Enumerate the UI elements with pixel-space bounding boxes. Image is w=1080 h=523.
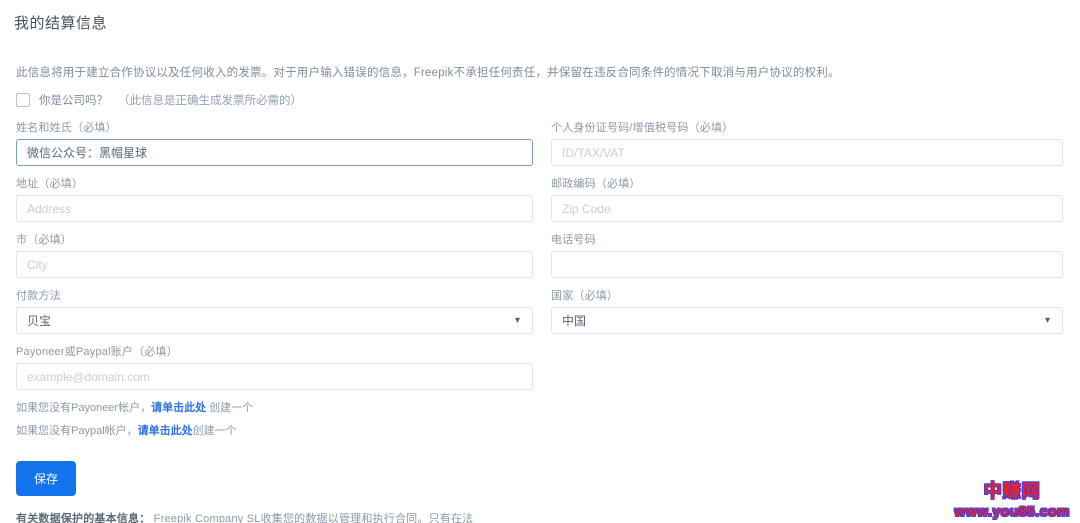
payoneer-help-prefix: 如果您没有Payoneer帐户，: [16, 402, 151, 414]
chevron-down-icon: ▾: [515, 316, 522, 326]
paypal-account-block: Payoneer或Paypal账户（必填） 如果您没有Payoneer帐户，请单…: [16, 343, 533, 445]
intro-text: 此信息将用于建立合作协议以及任何收入的发票。对于用户输入错误的信息，Freepi…: [16, 64, 1066, 80]
country-selected-value: 中国: [562, 312, 586, 329]
field-phone: 电话号码: [551, 231, 1063, 278]
billing-form: 姓名和姓氏（必填） 个人身份证号码/增值税号码（必填） 地址（必填） 邮政编码（…: [16, 119, 1066, 445]
country-select[interactable]: 中国 ▾: [551, 307, 1063, 334]
paypal-help-prefix: 如果您没有Paypal帐户，: [16, 425, 138, 437]
tax-id-input[interactable]: [551, 139, 1063, 166]
name-input[interactable]: [16, 139, 533, 166]
company-checkbox-label: 你是公司吗？: [39, 92, 108, 108]
country-field-label: 国家（必填）: [551, 287, 1063, 303]
paypal-account-field-label: Payoneer或Paypal账户（必填）: [16, 343, 533, 359]
payoneer-help-line: 如果您没有Payoneer帐户，请单击此处 创建一个: [16, 399, 533, 415]
grid-spacer: [551, 343, 1063, 445]
company-checkbox[interactable]: [16, 93, 30, 107]
zip-field-label: 邮政编码（必填）: [551, 175, 1063, 191]
field-name: 姓名和姓氏（必填）: [16, 119, 533, 166]
payment-method-selected-value: 贝宝: [27, 312, 51, 329]
paypal-account-input[interactable]: [16, 363, 533, 390]
paypal-help-suffix: 创建一个: [193, 425, 237, 437]
billing-settings-page: 我的结算信息 此信息将用于建立合作协议以及任何收入的发票。对于用户输入错误的信息…: [0, 0, 1080, 523]
watermark: 中赚网 www.you85.com: [954, 477, 1070, 519]
save-button[interactable]: 保存: [16, 461, 76, 496]
phone-field-label: 电话号码: [551, 231, 1063, 247]
privacy-lead: 有关数据保护的基本信息：: [16, 513, 150, 523]
chevron-down-icon: ▾: [1045, 316, 1052, 326]
name-field-label: 姓名和姓氏（必填）: [16, 119, 533, 135]
paypal-create-link[interactable]: 请单击此处: [138, 425, 193, 437]
address-field-label: 地址（必填）: [16, 175, 533, 191]
page-title: 我的结算信息: [14, 12, 1066, 33]
field-city: 市（必填）: [16, 231, 533, 278]
field-zip: 邮政编码（必填）: [551, 175, 1063, 222]
company-checkbox-row: 你是公司吗？ （此信息是正确生成发票所必需的）: [16, 92, 1066, 108]
company-checkbox-note: （此信息是正确生成发票所必需的）: [118, 92, 302, 108]
city-field-label: 市（必填）: [16, 231, 533, 247]
city-input[interactable]: [16, 251, 533, 278]
watermark-site-url: www.you85.com: [954, 503, 1070, 519]
field-address: 地址（必填）: [16, 175, 533, 222]
paypal-help-line: 如果您没有Paypal帐户，请单击此处创建一个: [16, 422, 533, 438]
tax-id-field-label: 个人身份证号码/增值税号码（必填）: [551, 119, 1063, 135]
payment-method-field-label: 付款方法: [16, 287, 533, 303]
payoneer-help-suffix: 创建一个: [206, 402, 253, 414]
privacy-notice: 有关数据保护的基本信息： Freepik Company SL收集您的数据以管理…: [16, 512, 478, 523]
field-paypal-account: Payoneer或Paypal账户（必填）: [16, 343, 533, 390]
payment-method-select[interactable]: 贝宝 ▾: [16, 307, 533, 334]
payoneer-create-link[interactable]: 请单击此处: [151, 402, 206, 414]
account-help-lines: 如果您没有Payoneer帐户，请单击此处 创建一个 如果您没有Paypal帐户…: [16, 399, 533, 438]
watermark-site-name: 中赚网: [954, 477, 1070, 503]
field-country: 国家（必填） 中国 ▾: [551, 287, 1063, 334]
address-input[interactable]: [16, 195, 533, 222]
field-tax-id: 个人身份证号码/增值税号码（必填）: [551, 119, 1063, 166]
phone-input[interactable]: [551, 251, 1063, 278]
zip-input[interactable]: [551, 195, 1063, 222]
field-payment-method: 付款方法 贝宝 ▾: [16, 287, 533, 334]
